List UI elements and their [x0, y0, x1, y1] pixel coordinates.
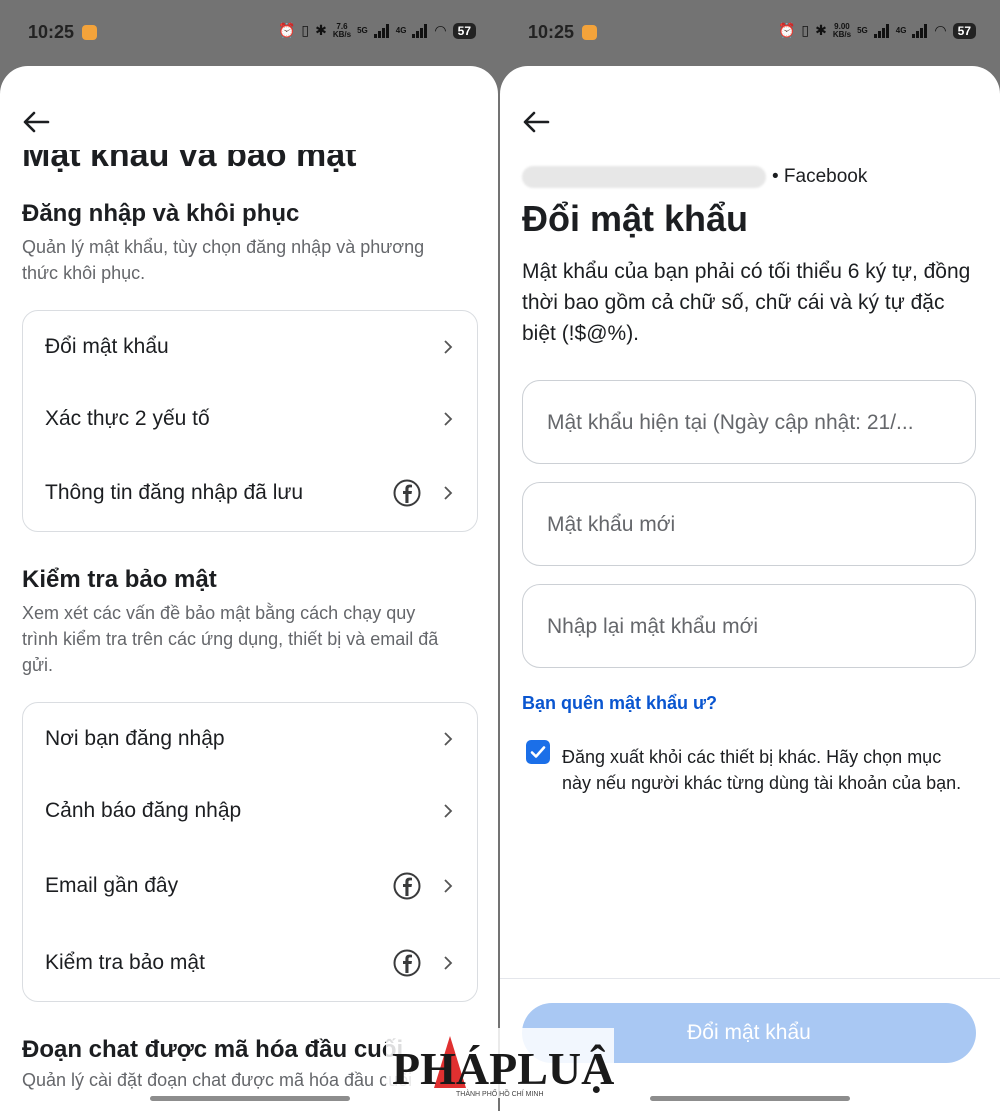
page-title: Đổi mật khẩu: [522, 198, 749, 239]
menu-item-security-checkup[interactable]: Kiểm tra bảo mật: [23, 933, 477, 993]
chevron-right-icon: [444, 956, 453, 970]
login-options-card: Đổi mật khẩu Xác thực 2 yếu tố Thông tin…: [22, 310, 478, 532]
battery-indicator: 57: [452, 22, 476, 39]
battery-indicator: 57: [952, 22, 976, 39]
signal-icon: [873, 23, 890, 38]
wifi-icon: ◠: [934, 22, 947, 38]
menu-item-two-factor[interactable]: Xác thực 2 yếu tố: [23, 389, 477, 449]
alarm-icon: ⏰: [277, 22, 296, 38]
menu-item-label: Xác thực 2 yếu tố: [45, 407, 210, 430]
status-time: 10:25: [528, 22, 575, 42]
settings-sheet: Mật khẩu và bảo mật Đăng nhập và khôi ph…: [0, 66, 498, 1111]
network-type-2: 4G: [895, 25, 907, 35]
svg-text:PHÁPLUẬT: PHÁPLUẬT: [392, 1043, 614, 1094]
security-options-card: Nơi bạn đăng nhập Cảnh báo đăng nhập Ema…: [22, 702, 478, 1002]
new-password-field[interactable]: [522, 482, 976, 567]
menu-item-label: Đổi mật khẩu: [45, 335, 169, 358]
back-arrow-icon[interactable]: [22, 110, 50, 134]
status-bar: 10:25 ⏰ ▯ ✱ 9.00 KB/s 5G 4G ◠ 57: [500, 0, 1000, 66]
chevron-right-icon: [444, 879, 453, 893]
network-type-1: 5G: [857, 25, 868, 35]
section-desc-encrypted-chats: Quản lý cài đặt đoạn chat được mã hóa đầ…: [22, 1070, 413, 1090]
password-requirements: Mật khẩu của bạn phải có tối thiểu 6 ký …: [522, 260, 971, 345]
checkmark-icon: [530, 746, 546, 758]
chevron-right-icon: [444, 412, 453, 426]
alarm-icon: ⏰: [777, 22, 796, 38]
menu-item-label: Kiểm tra bảo mật: [45, 951, 205, 974]
notification-icon: [582, 25, 597, 40]
facebook-icon: [393, 949, 421, 977]
status-bar: 10:25 ⏰ ▯ ✱ 7.6 KB/s 5G 4G ◠ 57: [0, 0, 500, 66]
signal-icon-2: [412, 23, 428, 38]
section-desc-security: Xem xét các vấn đề bảo mật bằng cách chạ…: [22, 603, 439, 675]
vibrate-icon: ▯: [301, 22, 310, 38]
vibrate-icon: ▯: [801, 22, 810, 38]
chevron-right-icon: [444, 732, 453, 746]
facebook-icon: [393, 479, 421, 507]
network-type-1: 5G: [357, 25, 368, 35]
menu-item-where-logged-in[interactable]: Nơi bạn đăng nhập: [23, 709, 477, 769]
logout-others-checkbox[interactable]: [526, 740, 550, 764]
bluetooth-icon: ✱: [315, 22, 327, 38]
back-arrow-icon[interactable]: [522, 110, 550, 134]
menu-item-recent-emails[interactable]: Email gần đây: [23, 856, 477, 916]
account-line: • Facebook: [522, 166, 867, 188]
notification-icon: [82, 25, 97, 40]
confirm-password-input[interactable]: [545, 585, 959, 669]
network-type-2: 4G: [395, 25, 407, 35]
facebook-icon: [393, 872, 421, 900]
wifi-icon: ◠: [434, 22, 447, 38]
section-title-encrypted-chats: Đoạn chat được mã hóa đầu cuối: [22, 1036, 404, 1063]
home-indicator: [650, 1096, 850, 1101]
chevron-right-icon: [444, 804, 453, 818]
account-platform: • Facebook: [772, 166, 868, 187]
confirm-password-field[interactable]: [522, 584, 976, 669]
network-speed: 9.00 KB/s: [832, 21, 852, 39]
blurred-account-name: [522, 166, 766, 188]
change-password-sheet: • Facebook Đổi mật khẩu Mật khẩu của bạn…: [500, 66, 1000, 1111]
logout-others-label: Đăng xuất khỏi các thiết bị khác. Hãy ch…: [562, 747, 962, 793]
bluetooth-icon: ✱: [815, 22, 827, 38]
footer-divider: [500, 978, 1000, 979]
network-speed: 7.6 KB/s: [332, 21, 352, 39]
menu-item-label: Thông tin đăng nhập đã lưu: [45, 481, 304, 504]
menu-item-label: Nơi bạn đăng nhập: [45, 727, 225, 750]
current-password-input[interactable]: [545, 381, 959, 465]
signal-icon: [373, 23, 390, 38]
status-time: 10:25: [28, 22, 75, 42]
status-icons: ⏰ ▯ ✱ 7.6 KB/s 5G 4G ◠ 57: [278, 22, 476, 39]
phapluat-watermark-logo: PHÁPLUẬT THÀNH PHỐ HỒ CHÍ MINH: [386, 1028, 614, 1098]
forgot-password-link[interactable]: Bạn quên mật khẩu ư?: [522, 693, 717, 714]
home-indicator: [150, 1096, 350, 1101]
section-desc-login: Quản lý mật khẩu, tùy chọn đăng nhập và …: [22, 237, 425, 283]
new-password-input[interactable]: [545, 483, 959, 567]
signal-icon-2: [912, 23, 928, 38]
right-screenshot: 10:25 ⏰ ▯ ✱ 9.00 KB/s 5G 4G ◠ 57 • Faceb…: [500, 0, 1000, 1111]
section-title-security: Kiểm tra bảo mật: [22, 566, 217, 593]
menu-item-label: Cảnh báo đăng nhập: [45, 799, 242, 822]
section-title-login: Đăng nhập và khôi phục: [22, 200, 300, 227]
chevron-right-icon: [444, 486, 453, 500]
status-icons: ⏰ ▯ ✱ 9.00 KB/s 5G 4G ◠ 57: [778, 22, 976, 39]
chevron-right-icon: [444, 340, 453, 354]
left-screenshot: 10:25 ⏰ ▯ ✱ 7.6 KB/s 5G 4G ◠ 57 Mật khẩu…: [0, 0, 500, 1111]
menu-item-saved-login[interactable]: Thông tin đăng nhập đã lưu: [23, 463, 477, 523]
menu-item-login-alerts[interactable]: Cảnh báo đăng nhập: [23, 781, 477, 841]
menu-item-label: Email gần đây: [45, 874, 179, 897]
menu-item-change-password[interactable]: Đổi mật khẩu: [23, 317, 477, 377]
current-password-field[interactable]: [522, 380, 976, 465]
page-title-partial: Mật khẩu và bảo mật: [22, 136, 357, 174]
